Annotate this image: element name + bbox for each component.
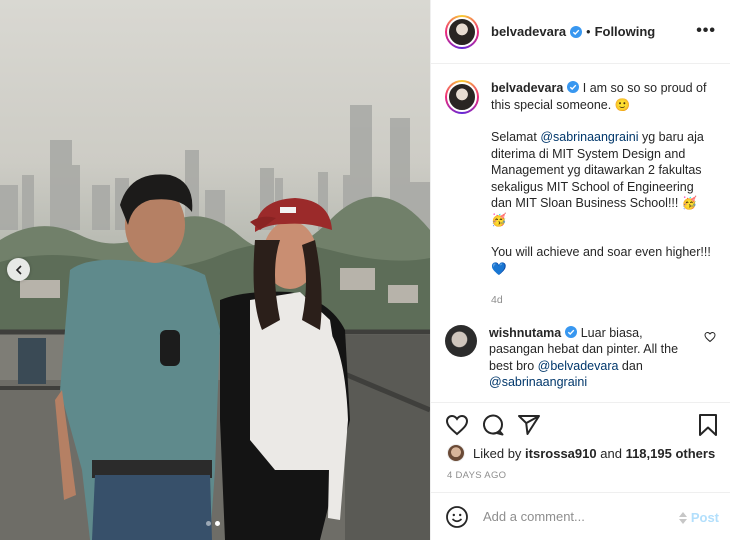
bookmark-icon[interactable] — [697, 413, 719, 437]
mention-link[interactable]: @belvadevara — [538, 359, 619, 373]
caption: belvadevara I am so so so proud of this … — [445, 80, 716, 309]
verified-icon — [565, 325, 578, 338]
following-button[interactable]: Following — [595, 24, 656, 39]
mention-link[interactable]: @sabrinaangraini — [489, 375, 587, 389]
likes-mid: and — [600, 445, 622, 461]
commenter-username[interactable]: wishnutama — [489, 326, 561, 340]
caption-timestamp[interactable]: 4d — [491, 292, 711, 309]
caption-author-avatar[interactable] — [445, 80, 479, 114]
liker-avatar — [447, 444, 465, 462]
post-photo[interactable] — [0, 0, 430, 540]
comment-text: dan — [618, 358, 643, 373]
caption-username[interactable]: belvadevara — [491, 81, 563, 95]
comment-item: wishnutama Luar biasa, pasangan hebat da… — [445, 324, 716, 391]
likes-prefix: Liked by — [473, 445, 522, 461]
verified-icon — [567, 81, 580, 93]
like-comment-heart-icon[interactable] — [704, 331, 716, 343]
carousel-dot — [206, 521, 211, 526]
action-bar — [431, 402, 730, 446]
comment-icon[interactable] — [481, 413, 505, 437]
photo-scene — [0, 105, 430, 540]
mention-link[interactable]: @sabrinaangraini — [540, 130, 638, 144]
commenter-avatar[interactable] — [445, 324, 477, 357]
post-timestamp[interactable]: 4 DAYS AGO — [447, 470, 506, 481]
instagram-post: belvadevara • Following ••• belvadevara … — [0, 0, 730, 540]
liker-username[interactable]: itsrossa910 — [525, 446, 597, 461]
author-username[interactable]: belvadevara — [491, 24, 566, 39]
caption-paragraph: You will achieve and soar even higher!!!… — [491, 245, 711, 276]
author-avatar[interactable] — [445, 14, 479, 49]
caption-paragraph: Selamat @sabrinaangraini yg baru aja dit… — [491, 129, 711, 228]
chevron-left-icon — [15, 264, 22, 275]
post-comment-button[interactable]: Post — [678, 510, 719, 525]
caption-text: Selamat — [491, 130, 541, 144]
likes-summary[interactable]: Liked by itsrossa910 and 118,195 others — [447, 444, 715, 462]
heart-icon[interactable] — [445, 413, 469, 437]
post-header: belvadevara • Following ••• — [431, 0, 730, 64]
comment-input[interactable] — [483, 509, 673, 524]
more-options-button[interactable]: ••• — [696, 23, 716, 39]
verified-icon — [570, 25, 583, 38]
carousel-previous-button[interactable] — [7, 258, 30, 281]
share-icon[interactable] — [517, 413, 541, 437]
post-label: Post — [690, 510, 719, 525]
post-side-panel: belvadevara • Following ••• belvadevara … — [430, 0, 730, 540]
comments-section: belvadevara I am so so so proud of this … — [431, 64, 730, 402]
expand-arrows-icon — [678, 511, 687, 524]
separator-dot: • — [586, 24, 591, 39]
carousel-indicator — [206, 521, 220, 526]
likes-count[interactable]: 118,195 others — [626, 446, 716, 461]
caption-text: yg baru aja diterima di MIT System Desig… — [491, 130, 704, 227]
emoji-icon[interactable] — [445, 505, 469, 529]
carousel-dot-active — [215, 521, 220, 526]
add-comment-bar: Post — [431, 492, 730, 540]
